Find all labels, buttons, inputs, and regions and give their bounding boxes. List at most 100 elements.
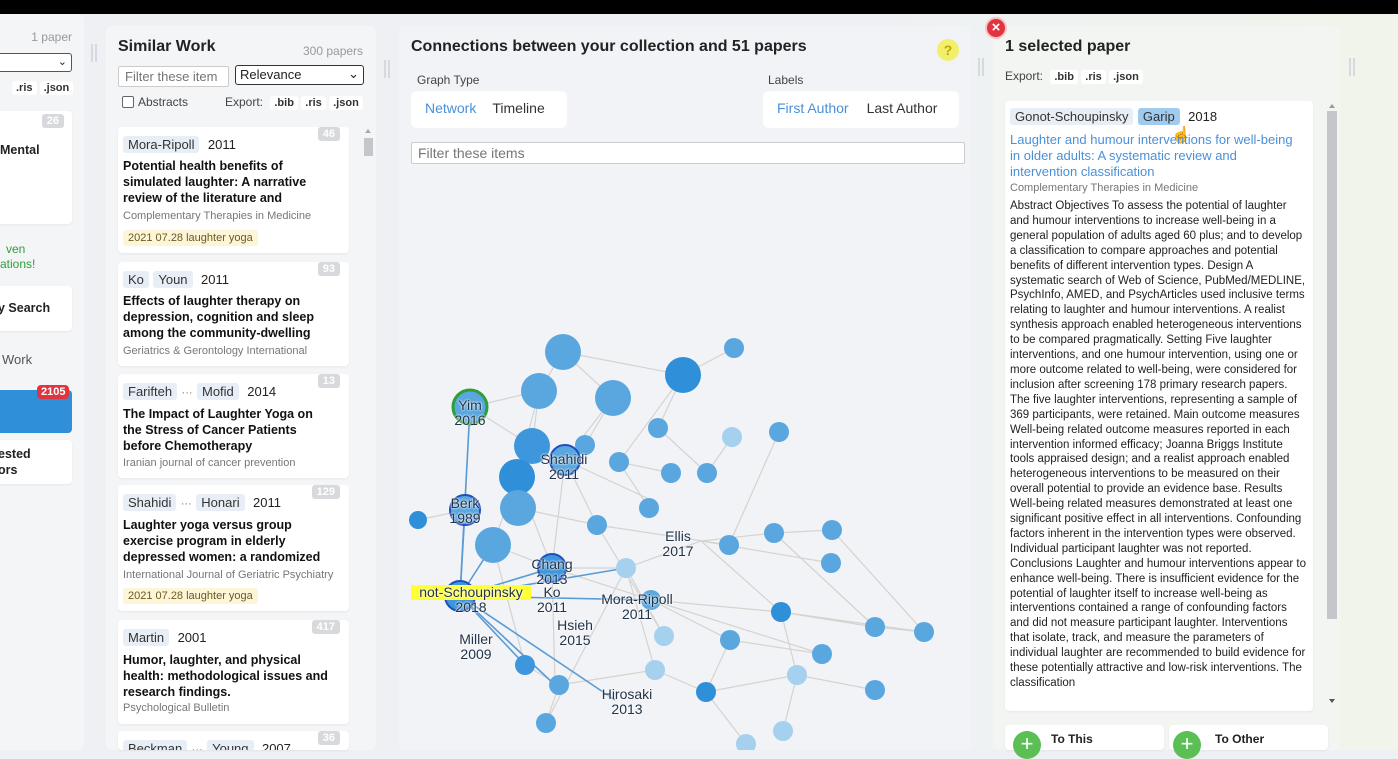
graph-node[interactable]	[722, 427, 742, 447]
author-pill[interactable]: Beckman	[123, 740, 188, 750]
author-pill[interactable]: Farifteh	[123, 383, 178, 400]
graph-node[interactable]	[719, 535, 739, 555]
node-label-selected[interactable]: not-Schoupinsky 2018	[411, 585, 531, 615]
paper-title[interactable]: Effects of laughter therapy on depressio…	[123, 293, 335, 341]
graph-node[interactable]	[764, 523, 784, 543]
tab-timeline[interactable]: Timeline	[484, 91, 552, 128]
add-to-other-button[interactable]: + To Other	[1169, 725, 1328, 759]
suggested-authors-button[interactable]: ested ors	[0, 440, 72, 484]
work-label[interactable]: Work	[2, 352, 32, 367]
graph-node[interactable]	[720, 630, 740, 650]
graph-node[interactable]	[865, 617, 885, 637]
node-label-hsieh[interactable]: Hsieh 2015	[553, 618, 597, 648]
author-pill[interactable]: Martin	[123, 629, 170, 646]
tab-last-author[interactable]: Last Author	[857, 91, 946, 128]
graph-node[interactable]	[771, 602, 791, 622]
collection-card[interactable]: 26 Mental	[0, 111, 72, 224]
resize-handle[interactable]	[91, 44, 97, 62]
more-authors-icon[interactable]: ···	[182, 387, 193, 399]
graph-node[interactable]	[822, 520, 842, 540]
sort-select[interactable]: Relevance ⌄	[235, 65, 364, 85]
paper-title[interactable]: Humor, laughter, and physical health: me…	[123, 652, 335, 700]
graph-node[interactable]	[587, 515, 607, 535]
tab-network[interactable]: Network	[411, 91, 484, 128]
graph-node[interactable]	[697, 463, 717, 483]
graph-node[interactable]	[787, 665, 807, 685]
more-authors-icon[interactable]: ···	[181, 498, 192, 510]
scrollbar-thumb[interactable]	[363, 138, 373, 156]
author-pill[interactable]: Mora-Ripoll	[123, 136, 200, 153]
graph-node[interactable]	[609, 452, 629, 472]
export-bib-button[interactable]: .bib	[1050, 70, 1078, 84]
author-pill[interactable]: Honari	[196, 494, 245, 511]
graph-node[interactable]	[475, 527, 511, 563]
collection-tag[interactable]: 2021 07.28 laughter yoga	[123, 230, 258, 246]
graph-node[interactable]	[724, 338, 744, 358]
graph-node[interactable]	[409, 511, 427, 529]
node-label-berk[interactable]: Berk 1989	[443, 496, 487, 526]
left-select[interactable]: ⌄	[0, 53, 72, 72]
paper-title[interactable]: Potential health benefits of simulated l…	[123, 158, 335, 206]
resize-handle[interactable]	[384, 60, 390, 78]
paper-title[interactable]: Laughter yoga versus group exercise prog…	[123, 517, 335, 565]
scroll-down-icon[interactable]	[1329, 699, 1335, 703]
author-pill[interactable]: Young	[207, 740, 254, 750]
scrollbar[interactable]	[363, 127, 373, 750]
graph-node[interactable]	[639, 498, 659, 518]
node-label-chang[interactable]: Chang 2013	[526, 557, 578, 587]
graph-node[interactable]	[736, 734, 756, 750]
graph-node[interactable]	[773, 721, 793, 741]
scroll-up-icon[interactable]	[1329, 104, 1335, 108]
graph-node[interactable]	[648, 418, 668, 438]
export-json-button[interactable]: .json	[329, 96, 363, 110]
tab-first-author[interactable]: First Author	[763, 91, 857, 128]
graph-node[interactable]	[769, 422, 789, 442]
graph-node[interactable]	[654, 626, 674, 646]
paper-card[interactable]: 417 Martin 2001 Humor, laughter, and phy…	[118, 620, 349, 724]
graph-node[interactable]	[812, 644, 832, 664]
graph-filter-input[interactable]	[411, 142, 965, 164]
abstracts-checkbox[interactable]	[122, 96, 134, 108]
filter-input[interactable]	[118, 66, 229, 87]
collection-tag[interactable]: 2021 07.28 laughter yoga	[123, 588, 258, 604]
graph-node[interactable]	[821, 553, 841, 573]
graph-node[interactable]	[549, 675, 569, 695]
graph-node[interactable]	[696, 682, 716, 702]
node-label-shahidi[interactable]: Shahidi 2011	[533, 452, 595, 482]
graph-node[interactable]	[616, 558, 636, 578]
paper-card[interactable]: 36 Beckman ··· Young 2007	[118, 731, 349, 750]
node-label-yim[interactable]: Yim 2016	[448, 398, 492, 428]
graph-node[interactable]	[521, 373, 557, 409]
node-label-ellis[interactable]: Ellis 2017	[656, 529, 700, 559]
export-json-button[interactable]: .json	[39, 81, 74, 95]
author-pill[interactable]: Shahidi	[123, 494, 177, 511]
paper-card[interactable]: 129 Shahidi ··· Honari 2011 Laughter yog…	[118, 485, 349, 611]
export-ris-button[interactable]: .ris	[12, 81, 37, 95]
paper-card[interactable]: 93 Ko Youn 2011 Effects of laughter ther…	[118, 262, 349, 366]
export-bib-button[interactable]: .bib	[270, 96, 298, 110]
graph-node[interactable]	[645, 660, 665, 680]
node-label-mora-ripoll[interactable]: Mora-Ripoll 2011	[592, 592, 682, 622]
selected-paper-title[interactable]: Laughter and humour interventions for we…	[1010, 132, 1306, 180]
export-ris-button[interactable]: .ris	[1081, 70, 1106, 84]
resize-handle[interactable]	[1349, 58, 1355, 76]
graph-node[interactable]	[500, 490, 536, 526]
help-icon[interactable]: ?	[937, 39, 959, 61]
paper-card[interactable]: 13 Farifteh ··· Mofid 2014 The Impact of…	[118, 374, 349, 478]
export-ris-button[interactable]: .ris	[301, 96, 326, 110]
node-label-miller[interactable]: Miller 2009	[453, 632, 499, 662]
author-pill[interactable]: Youn	[153, 271, 193, 288]
graph-node[interactable]	[661, 463, 681, 483]
paper-card[interactable]: 46 Mora-Ripoll 2011 Potential health ben…	[118, 127, 349, 253]
node-label-hirosaki[interactable]: Hirosaki 2013	[595, 687, 659, 717]
node-label-ko[interactable]: Ko 2011	[530, 585, 574, 615]
add-to-this-button[interactable]: + To This	[1005, 725, 1164, 759]
scroll-up-icon[interactable]	[365, 129, 371, 133]
search-button[interactable]: y Search	[0, 286, 72, 331]
author-pill[interactable]: Gonot-Schoupinsky	[1010, 108, 1134, 125]
graph-node[interactable]	[545, 334, 581, 370]
author-pill[interactable]: Ko	[123, 271, 149, 288]
scrollbar-thumb[interactable]	[1327, 111, 1337, 619]
abstracts-checkbox-row[interactable]: Abstracts	[122, 95, 188, 109]
graph-node[interactable]	[499, 459, 535, 495]
